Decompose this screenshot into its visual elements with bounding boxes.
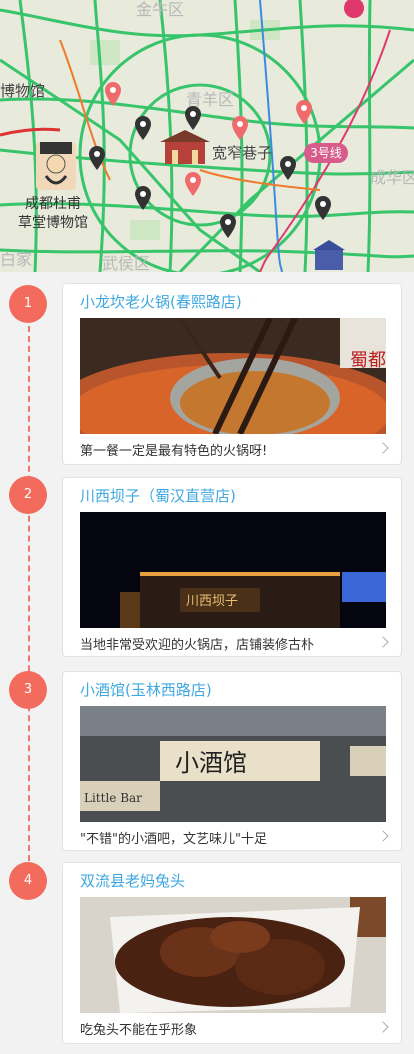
restaurant-description: "不错"的小酒吧，文艺味儿"十足	[80, 832, 267, 847]
red-pin-icon[interactable]	[185, 172, 201, 196]
restaurant-description: 吃兔头不能在乎形象	[80, 1023, 198, 1038]
black-pin-icon[interactable]	[135, 186, 151, 210]
restaurant-card[interactable]: 川西坝子（蜀汉直营店) 川西坝子 当地非常受欢迎的火锅店，店铺装修古朴	[62, 477, 402, 657]
black-pin-icon[interactable]	[135, 116, 151, 140]
subway-line-badge: 3号线	[304, 143, 348, 163]
red-pin-icon[interactable]	[296, 100, 312, 124]
photo-sign-text: 川西坝子	[186, 594, 238, 609]
kuanzhai-label[interactable]: 宽窄巷子	[212, 142, 272, 163]
black-pin-icon[interactable]	[315, 196, 331, 220]
district-chenghua: 成华区	[370, 168, 414, 187]
chevron-right-icon[interactable]	[377, 1021, 389, 1033]
restaurant-title[interactable]: 小龙坎老火锅(春熙路店)	[80, 291, 242, 312]
restaurant-photo[interactable]: 小酒馆 Little Bar	[80, 706, 386, 822]
red-pin-icon[interactable]	[232, 116, 248, 140]
red-marker-icon	[344, 0, 364, 18]
building-icon	[313, 240, 345, 270]
timeline-line	[28, 306, 30, 881]
black-pin-icon[interactable]	[185, 106, 201, 130]
baijia-label: 白家	[0, 250, 33, 269]
restaurant-title[interactable]: 小酒馆(玉林西路店)	[80, 679, 212, 700]
red-pin-icon[interactable]	[105, 82, 121, 106]
restaurant-title[interactable]: 双流县老妈兔头	[80, 870, 185, 891]
photo-sign-text: 小酒馆	[175, 749, 247, 777]
restaurant-card[interactable]: 小龙坎老火锅(春熙路店) 蜀都 第一餐一定是最有特色的火锅呀!	[62, 283, 402, 465]
chevron-right-icon[interactable]	[377, 636, 389, 648]
dufu-museum-label[interactable]: 成都杜甫 草堂博物馆	[18, 195, 88, 233]
dufu-portrait-icon	[36, 142, 76, 190]
museum-label: 博物馆	[0, 82, 46, 100]
photo-sign-text: Little Bar	[84, 791, 142, 805]
chevron-right-icon[interactable]	[377, 830, 389, 842]
restaurant-title[interactable]: 川西坝子（蜀汉直营店)	[80, 485, 236, 506]
photo-sign-text: 蜀都	[350, 350, 386, 371]
restaurant-photo[interactable]: 蜀都	[80, 318, 386, 434]
chevron-right-icon[interactable]	[377, 442, 389, 454]
restaurant-photo[interactable]	[80, 897, 386, 1013]
step-number: 4	[9, 862, 47, 900]
black-pin-icon[interactable]	[89, 146, 105, 170]
black-pin-icon[interactable]	[280, 156, 296, 180]
black-pin-icon[interactable]	[220, 214, 236, 238]
district-wuhou: 武侯区	[102, 254, 151, 272]
restaurant-photo[interactable]: 川西坝子	[80, 512, 386, 628]
restaurant-description: 当地非常受欢迎的火锅店，店铺装修古朴	[80, 638, 315, 653]
kuanzhai-landmark-icon	[160, 130, 210, 164]
step-number: 1	[9, 285, 47, 323]
step-number: 2	[9, 476, 47, 514]
map-view[interactable]: 金牛区 博物馆 青羊区 宽窄巷子 成华区 白家 武侯区 成都杜甫 草堂博物馆 3…	[0, 0, 414, 272]
restaurant-card[interactable]: 双流县老妈兔头 吃兔头不能在乎形象	[62, 862, 402, 1044]
district-jinniu: 金牛区	[136, 0, 185, 19]
restaurant-card[interactable]: 小酒馆(玉林西路店) 小酒馆 Little Bar "不错"的小酒吧，文艺味儿"…	[62, 671, 402, 851]
step-number: 3	[9, 671, 47, 709]
restaurant-description: 第一餐一定是最有特色的火锅呀!	[80, 444, 268, 459]
